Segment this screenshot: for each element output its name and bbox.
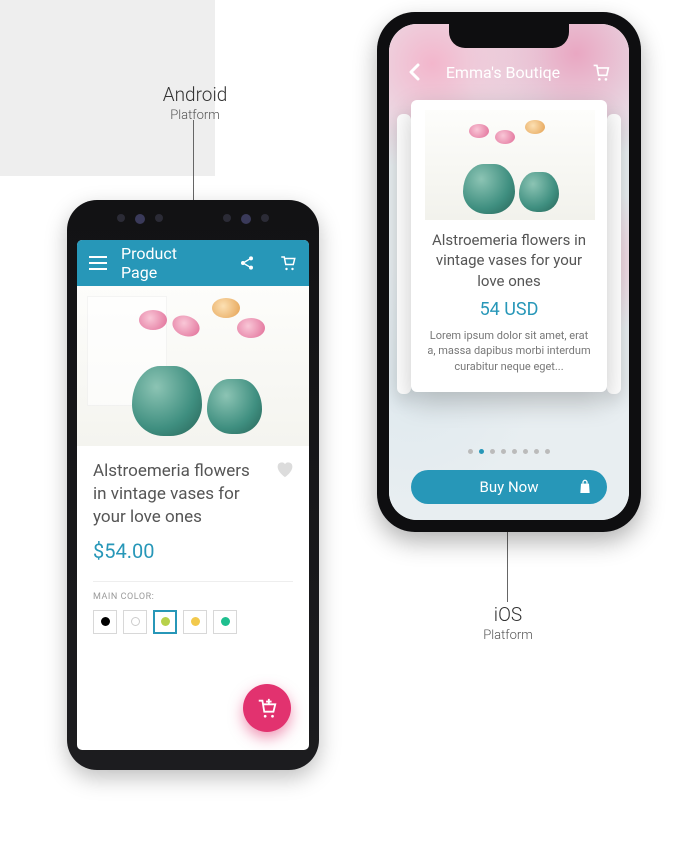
ios-product-price: 54 USD [425,299,593,320]
android-product-body: Alstroemeria flowers in vintage vases fo… [77,446,309,644]
android-sensors [67,214,319,224]
share-icon[interactable] [239,255,255,271]
add-to-cart-icon [256,697,278,719]
ios-screen: Emma's Boutiqe Alstroemeria flowers in v… [389,24,629,520]
page-dot[interactable] [490,449,495,454]
ios-product-desc: Lorem ipsum dolor sit amet, erat a, mass… [425,328,593,374]
color-swatch[interactable] [183,610,207,634]
ios-label-title: iOS [448,603,568,626]
page-dot[interactable] [534,449,539,454]
page-dot[interactable] [501,449,506,454]
add-to-cart-fab[interactable] [243,684,291,732]
menu-icon[interactable] [89,256,107,270]
ios-connector-line [507,530,508,602]
ios-product-image [425,110,595,220]
appbar-title: Product Page [121,244,211,282]
page-dot[interactable] [523,449,528,454]
color-swatch[interactable] [123,610,147,634]
next-card-peek[interactable] [607,114,621,394]
android-label-subtitle: Platform [140,108,250,123]
ios-header-title: Emma's Boutiqe [415,63,591,82]
android-appbar: Product Page [77,240,309,286]
android-platform-label: Android Platform [140,83,250,123]
ios-product-card[interactable]: Alstroemeria flowers in vintage vases fo… [411,100,607,392]
color-swatch[interactable] [213,610,237,634]
android-phone-frame: Product Page Alstroemeria flowers in vin… [67,200,319,770]
android-product-price: $54.00 [93,539,293,563]
page-dot[interactable] [479,449,484,454]
favorite-icon[interactable] [275,460,295,478]
shopping-bag-icon [577,479,593,495]
ios-label-subtitle: Platform [448,628,568,643]
ios-notch [449,24,569,48]
android-label-title: Android [140,83,250,106]
ios-topbar: Emma's Boutiqe [389,54,629,90]
prev-card-peek[interactable] [397,114,411,394]
page-dot[interactable] [468,449,473,454]
cart-icon[interactable] [591,63,611,81]
android-connector-line [193,120,194,202]
ios-phone-frame: Emma's Boutiqe Alstroemeria flowers in v… [377,12,641,532]
color-swatch-row [93,610,293,634]
android-product-title: Alstroemeria flowers in vintage vases fo… [93,460,293,529]
android-screen: Product Page Alstroemeria flowers in vin… [77,240,309,750]
divider [93,581,293,582]
color-picker-label: MAIN COLOR: [93,592,293,602]
android-product-image[interactable] [77,286,309,446]
color-swatch[interactable] [93,610,117,634]
buy-now-button[interactable]: Buy Now [411,470,607,504]
cart-icon[interactable] [279,254,297,272]
page-indicator[interactable] [389,449,629,454]
color-swatch[interactable] [153,610,177,634]
page-dot[interactable] [545,449,550,454]
ios-product-title: Alstroemeria flowers in vintage vases fo… [425,230,593,291]
page-dot[interactable] [512,449,517,454]
buy-now-label: Buy Now [480,478,539,496]
ios-platform-label: iOS Platform [448,603,568,643]
